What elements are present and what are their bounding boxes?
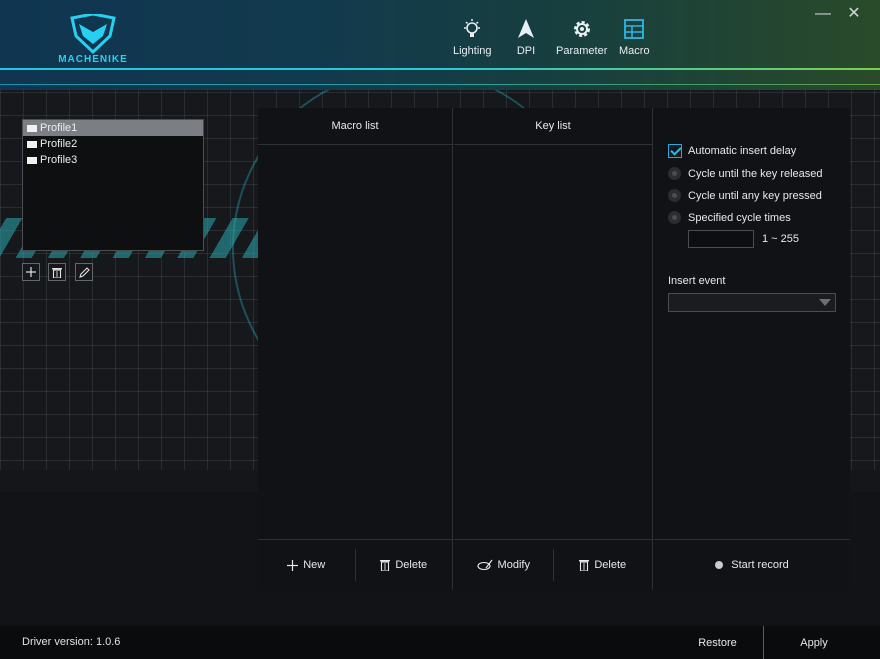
auto-delay-label: Automatic insert delay [688, 145, 797, 157]
add-icon [26, 267, 36, 277]
radio-icon [668, 211, 681, 224]
apply-button[interactable]: Apply [764, 626, 864, 659]
header-accent-line-2 [0, 84, 880, 85]
trash-icon [52, 267, 62, 278]
profile-label: Profile3 [40, 154, 78, 166]
radio-icon [668, 189, 681, 202]
key-list-header: Key list [454, 108, 652, 145]
options-column: Automatic insert delay Cycle until the k… [654, 108, 850, 590]
insert-event-select[interactable] [668, 293, 836, 312]
radio-icon [668, 167, 681, 180]
arrow-cursor-icon [518, 19, 534, 38]
start-record-label: Start record [731, 559, 789, 571]
insert-event-label: Insert event [668, 275, 726, 287]
chevron-down-icon [819, 299, 831, 306]
start-record-button[interactable]: Start record [654, 540, 850, 590]
cycle-range-label: 1 ~ 255 [762, 233, 800, 245]
macro-app: MACHENIKE Lighting DPI Parameter Macro —… [0, 0, 880, 659]
folder-icon [27, 140, 37, 148]
driver-version: Driver version: 1.0.6 [22, 636, 121, 648]
nav-dpi[interactable]: DPI [515, 18, 537, 57]
footer-bar: Driver version: 1.0.6 Restore Apply [0, 626, 880, 659]
delete-profile-button[interactable] [48, 263, 66, 281]
profile-item[interactable]: Profile2 [23, 136, 203, 152]
profile-item[interactable]: Profile1 [23, 120, 203, 136]
key-list[interactable] [454, 146, 653, 539]
header-accent-line [0, 68, 880, 70]
key-list-column: Key list Modify Delete [454, 108, 653, 590]
macro-list-column: Macro list New Delete [258, 108, 453, 590]
logo-text: MACHENIKE [58, 54, 128, 65]
nav-lighting[interactable]: Lighting [453, 18, 492, 57]
nav-dpi-label: DPI [516, 45, 536, 57]
profile-label: Profile2 [40, 138, 78, 150]
nav-macro[interactable]: Macro [619, 18, 650, 57]
nav-lighting-label: Lighting [453, 45, 492, 57]
delete-macro-label: Delete [395, 559, 428, 571]
header: MACHENIKE Lighting DPI Parameter Macro —… [0, 0, 880, 90]
close-button[interactable]: ✕ [846, 6, 862, 22]
radio-cycle-key-released[interactable]: Cycle until the key released [668, 167, 823, 180]
minimize-button[interactable]: — [815, 6, 831, 22]
auto-delay-checkbox[interactable]: Automatic insert delay [668, 144, 796, 158]
gear-icon [573, 21, 590, 37]
delete-key-label: Delete [594, 559, 627, 571]
macro-list[interactable] [258, 146, 453, 539]
modify-key-button[interactable]: Modify [454, 540, 553, 590]
modify-key-label: Modify [497, 559, 530, 571]
add-profile-button[interactable] [22, 263, 40, 281]
radio-cycle-any-key[interactable]: Cycle until any key pressed [668, 189, 822, 202]
nav-macro-label: Macro [619, 45, 650, 57]
radio-specified-times[interactable]: Specified cycle times [668, 211, 791, 224]
machenike-logo: MACHENIKE [52, 12, 134, 68]
nav-parameter-label: Parameter [556, 45, 608, 57]
record-footer: Start record [654, 539, 850, 590]
cycle-times-input[interactable] [688, 230, 754, 248]
profile-list[interactable]: Profile1 Profile2 Profile3 [22, 119, 204, 251]
macro-panel: Macro list New Delete Key list Modify De… [258, 108, 850, 590]
add-icon [287, 559, 299, 571]
new-macro-button[interactable]: New [258, 540, 355, 590]
restore-button[interactable]: Restore [672, 626, 763, 659]
checkbox-checked-icon [668, 144, 682, 158]
macro-list-footer: New Delete [258, 539, 452, 590]
key-list-footer: Modify Delete [454, 539, 652, 590]
pencil-icon [78, 266, 90, 278]
nav-parameter[interactable]: Parameter [556, 18, 607, 57]
profile-item[interactable]: Profile3 [23, 152, 203, 168]
trash-icon [380, 560, 391, 571]
profile-label: Profile1 [40, 122, 78, 134]
macro-list-header: Macro list [258, 108, 452, 145]
delete-key-button[interactable]: Delete [554, 540, 653, 590]
bulb-icon [464, 19, 481, 37]
radio-label: Specified cycle times [688, 211, 791, 224]
new-macro-label: New [303, 559, 326, 571]
radio-label: Cycle until any key pressed [688, 189, 822, 202]
folder-icon [27, 124, 37, 132]
grid-icon [624, 19, 645, 39]
record-dot-icon [715, 561, 724, 569]
radio-label: Cycle until the key released [688, 167, 823, 180]
rename-profile-button[interactable] [75, 263, 93, 281]
trash-icon [579, 560, 590, 571]
machenike-logo-icon [70, 14, 116, 54]
modify-icon [476, 559, 493, 571]
folder-icon [27, 156, 37, 164]
delete-macro-button[interactable]: Delete [356, 540, 453, 590]
